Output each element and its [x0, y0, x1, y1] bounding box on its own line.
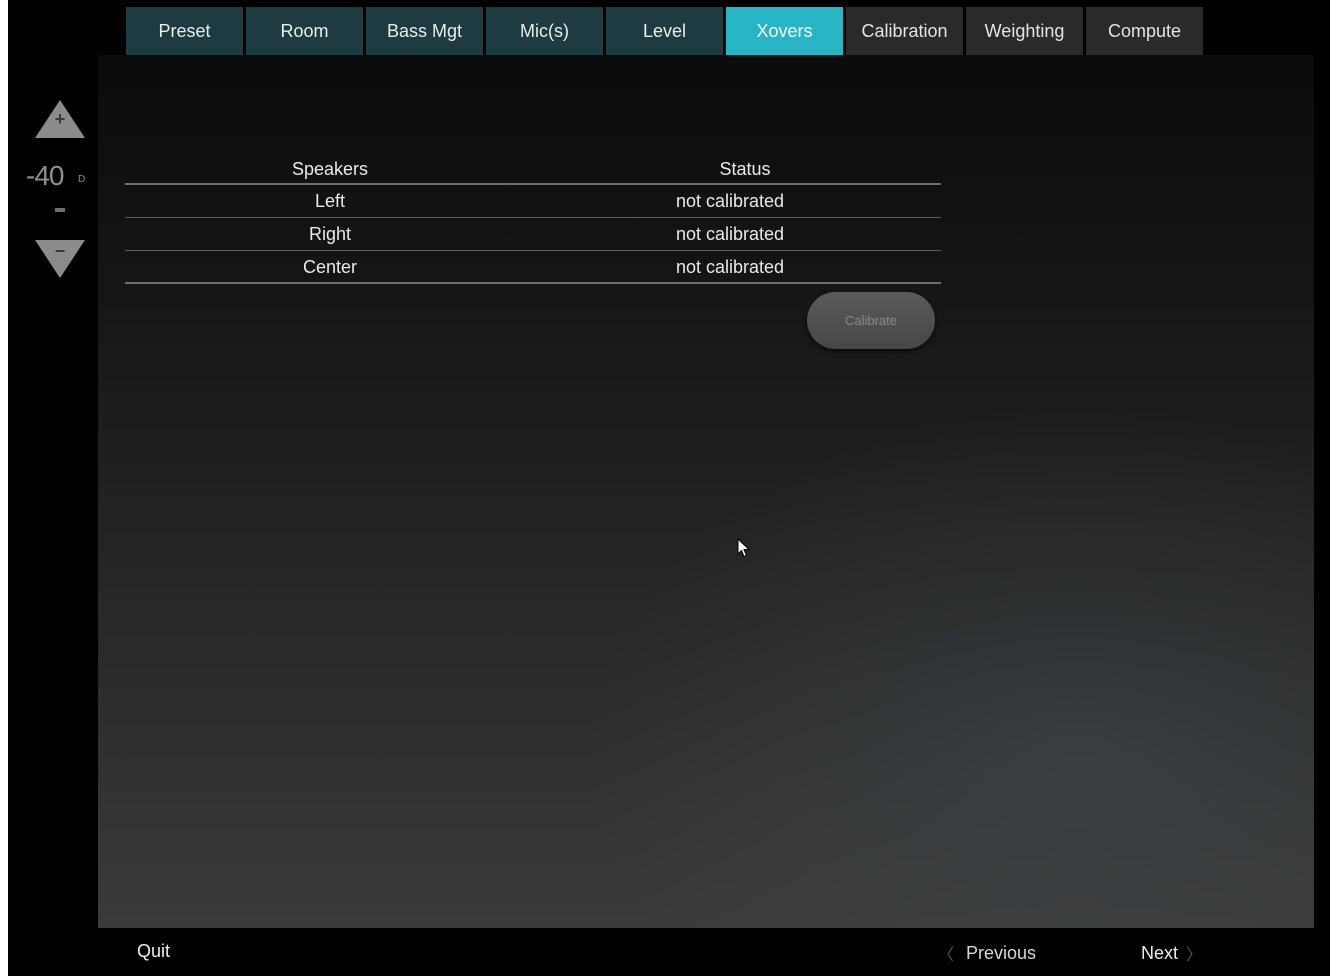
volume-value: -40	[26, 160, 64, 191]
column-header-status: Status	[719, 159, 771, 179]
minus-icon: −	[54, 241, 66, 261]
tab-preset[interactable]: Preset	[126, 7, 243, 55]
volume-unit: D	[78, 174, 86, 185]
mouse-pointer-icon	[737, 538, 751, 558]
volume-indicator	[55, 208, 65, 212]
chevron-left-icon: 〈	[938, 947, 955, 964]
column-header-speakers: Speakers	[291, 159, 369, 179]
next-button[interactable]: Next 〉	[1141, 941, 1202, 965]
tab-room[interactable]: Room	[246, 7, 363, 55]
speaker-status: not calibrated	[675, 191, 785, 211]
speaker-status: not calibrated	[675, 257, 785, 277]
previous-label: Previous	[966, 942, 1037, 963]
table-row[interactable]: Center not calibrated	[125, 251, 941, 284]
speaker-status: not calibrated	[675, 224, 785, 244]
tab-bass-mgt[interactable]: Bass Mgt	[366, 7, 483, 55]
next-label: Next	[1141, 942, 1179, 963]
tab-calibration[interactable]: Calibration	[846, 7, 963, 55]
table-row[interactable]: Left not calibrated	[125, 185, 941, 218]
tab-level[interactable]: Level	[606, 7, 723, 55]
tab-mics[interactable]: Mic(s)	[486, 7, 603, 55]
speaker-name: Center	[302, 257, 358, 277]
tab-compute[interactable]: Compute	[1086, 7, 1203, 55]
table-row[interactable]: Right not calibrated	[125, 218, 941, 251]
volume-down-button[interactable]: −	[35, 240, 85, 278]
speaker-name: Left	[314, 191, 346, 211]
tab-xovers[interactable]: Xovers	[726, 7, 843, 55]
calibrate-button[interactable]: Calibrate	[807, 292, 935, 349]
volume-up-button[interactable]: +	[35, 100, 85, 138]
speaker-status-table: Speakers Status Left not calibrated Righ…	[125, 153, 941, 284]
plus-icon: +	[54, 109, 66, 129]
speaker-name: Right	[308, 224, 352, 244]
tab-weighting[interactable]: Weighting	[966, 7, 1083, 55]
app-screen: Preset Room Bass Mgt Mic(s) Level Xovers…	[8, 0, 1330, 976]
wizard-tab-bar: Preset Room Bass Mgt Mic(s) Level Xovers…	[126, 7, 1203, 55]
previous-button[interactable]: 〈 Previous	[938, 941, 1036, 965]
chevron-right-icon: 〉	[1186, 947, 1203, 964]
table-header: Speakers Status	[125, 153, 941, 185]
quit-button[interactable]: Quit	[137, 941, 170, 962]
